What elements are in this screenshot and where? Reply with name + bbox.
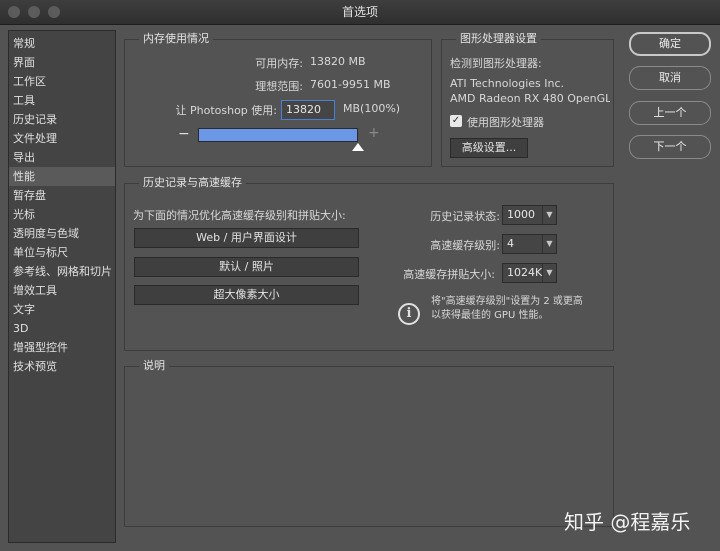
history-cache-group: 历史记录与高速缓存 为下面的情况优化高速缓存级别和拼贴大小: Web / 用户界… [124, 175, 614, 351]
sidebar-item[interactable]: 暂存盘 [9, 186, 115, 205]
sidebar-item[interactable]: 历史记录 [9, 110, 115, 129]
sidebar-item[interactable]: 工作区 [9, 72, 115, 91]
use-gpu-label: 使用图形处理器 [467, 116, 544, 129]
tile-size-value: 1024K [507, 266, 543, 279]
sidebar-item[interactable]: 文件处理 [9, 129, 115, 148]
increase-memory-icon[interactable]: + [368, 125, 380, 141]
info-icon: i [398, 303, 420, 325]
sidebar-item[interactable]: 单位与标尺 [9, 243, 115, 262]
preferences-sidebar: 常规 界面 工作区 工具 历史记录 文件处理 导出 性能 暂存盘 光标 透明度与色域 单位与标尺 参考线… [8, 30, 116, 543]
sidebar-item[interactable]: 光标 [9, 205, 115, 224]
description-group: 说明 [124, 358, 614, 527]
history-states-value: 1000 [507, 208, 535, 221]
memory-slider-track[interactable] [198, 128, 358, 142]
ideal-range-value: 7601-9951 MB [310, 78, 391, 91]
sidebar-item[interactable]: 界面 [9, 53, 115, 72]
minimize-window-icon[interactable] [28, 6, 40, 18]
sidebar-item[interactable]: 3D [9, 319, 115, 338]
sidebar-item[interactable]: 工具 [9, 91, 115, 110]
close-window-icon[interactable] [8, 6, 20, 18]
sidebar-item[interactable]: 参考线、网格和切片 [9, 262, 115, 281]
history-cache-title: 历史记录与高速缓存 [139, 175, 246, 191]
chevron-down-icon: ▼ [542, 264, 556, 282]
history-states-label: 历史记录状态: [430, 210, 500, 223]
sidebar-item[interactable]: 常规 [9, 34, 115, 53]
preset-web-ui-button[interactable]: Web / 用户界面设计 [134, 228, 359, 248]
sidebar-item[interactable]: 透明度与色域 [9, 224, 115, 243]
memory-usage-group: 内存使用情况 可用内存: 13820 MB 理想范围: 7601-9951 MB… [124, 31, 432, 167]
sidebar-item[interactable]: 文字 [9, 300, 115, 319]
info-text-line2: 以获得最佳的 GPU 性能。 [431, 310, 549, 321]
sidebar-item[interactable]: 性能 [9, 167, 115, 186]
gpu-detected-label: 检测到图形处理器: [450, 57, 542, 70]
tile-size-label: 高速缓存拼贴大小: [403, 268, 495, 281]
let-photoshop-use-label: 让 Photoshop 使用: [175, 104, 278, 117]
advanced-settings-button[interactable]: 高级设置... [450, 138, 528, 158]
ideal-range-label: 理想范围: [255, 80, 303, 93]
window-titlebar: 首选项 [0, 0, 720, 25]
sidebar-item[interactable]: 导出 [9, 148, 115, 167]
cache-levels-value: 4 [507, 237, 514, 250]
info-text-line1: 将"高速缓存级别"设置为 2 或更高 [431, 296, 583, 307]
next-button[interactable]: 下一个 [629, 135, 711, 159]
ok-button[interactable]: 确定 [629, 32, 711, 56]
decrease-memory-icon[interactable]: − [178, 126, 190, 142]
memory-slider-fill [199, 129, 357, 141]
watermark-text: 知乎 @程嘉乐 [564, 510, 691, 534]
use-gpu-checkbox[interactable]: ✓ [450, 115, 462, 127]
gpu-model: AMD Radeon RX 480 OpenGL... [450, 92, 610, 105]
sidebar-item[interactable]: 增强型控件 [9, 338, 115, 357]
chevron-down-icon: ▼ [542, 206, 556, 224]
cache-levels-label: 高速缓存级别: [430, 239, 500, 252]
preset-default-photo-button[interactable]: 默认 / 照片 [134, 257, 359, 277]
window-title: 首选项 [341, 5, 378, 19]
sidebar-item[interactable]: 技术预览 [9, 357, 115, 376]
gpu-vendor: ATI Technologies Inc. [450, 77, 565, 90]
memory-amount-input[interactable]: 13820 [281, 100, 335, 120]
cancel-button[interactable]: 取消 [629, 66, 711, 90]
memory-slider-thumb[interactable] [352, 143, 364, 151]
cache-levels-select[interactable]: 4 ▼ [502, 234, 557, 254]
optimize-label: 为下面的情况优化高速缓存级别和拼贴大小: [133, 209, 346, 222]
description-title: 说明 [139, 358, 169, 374]
memory-usage-title: 内存使用情况 [139, 31, 213, 47]
tile-size-select[interactable]: 1024K ▼ [502, 263, 557, 283]
sidebar-item[interactable]: 增效工具 [9, 281, 115, 300]
history-states-select[interactable]: 1000 ▼ [502, 205, 557, 225]
zoom-window-icon[interactable] [48, 6, 60, 18]
chevron-down-icon: ▼ [542, 235, 556, 253]
available-memory-value: 13820 MB [310, 55, 366, 68]
preset-huge-pixel-button[interactable]: 超大像素大小 [134, 285, 359, 305]
available-memory-label: 可用内存: [255, 57, 303, 70]
gpu-settings-title: 图形处理器设置 [456, 31, 541, 47]
gpu-settings-group: 图形处理器设置 检测到图形处理器: ATI Technologies Inc. … [441, 31, 614, 167]
memory-unit-label: MB(100%) [343, 102, 401, 115]
previous-button[interactable]: 上一个 [629, 101, 711, 125]
